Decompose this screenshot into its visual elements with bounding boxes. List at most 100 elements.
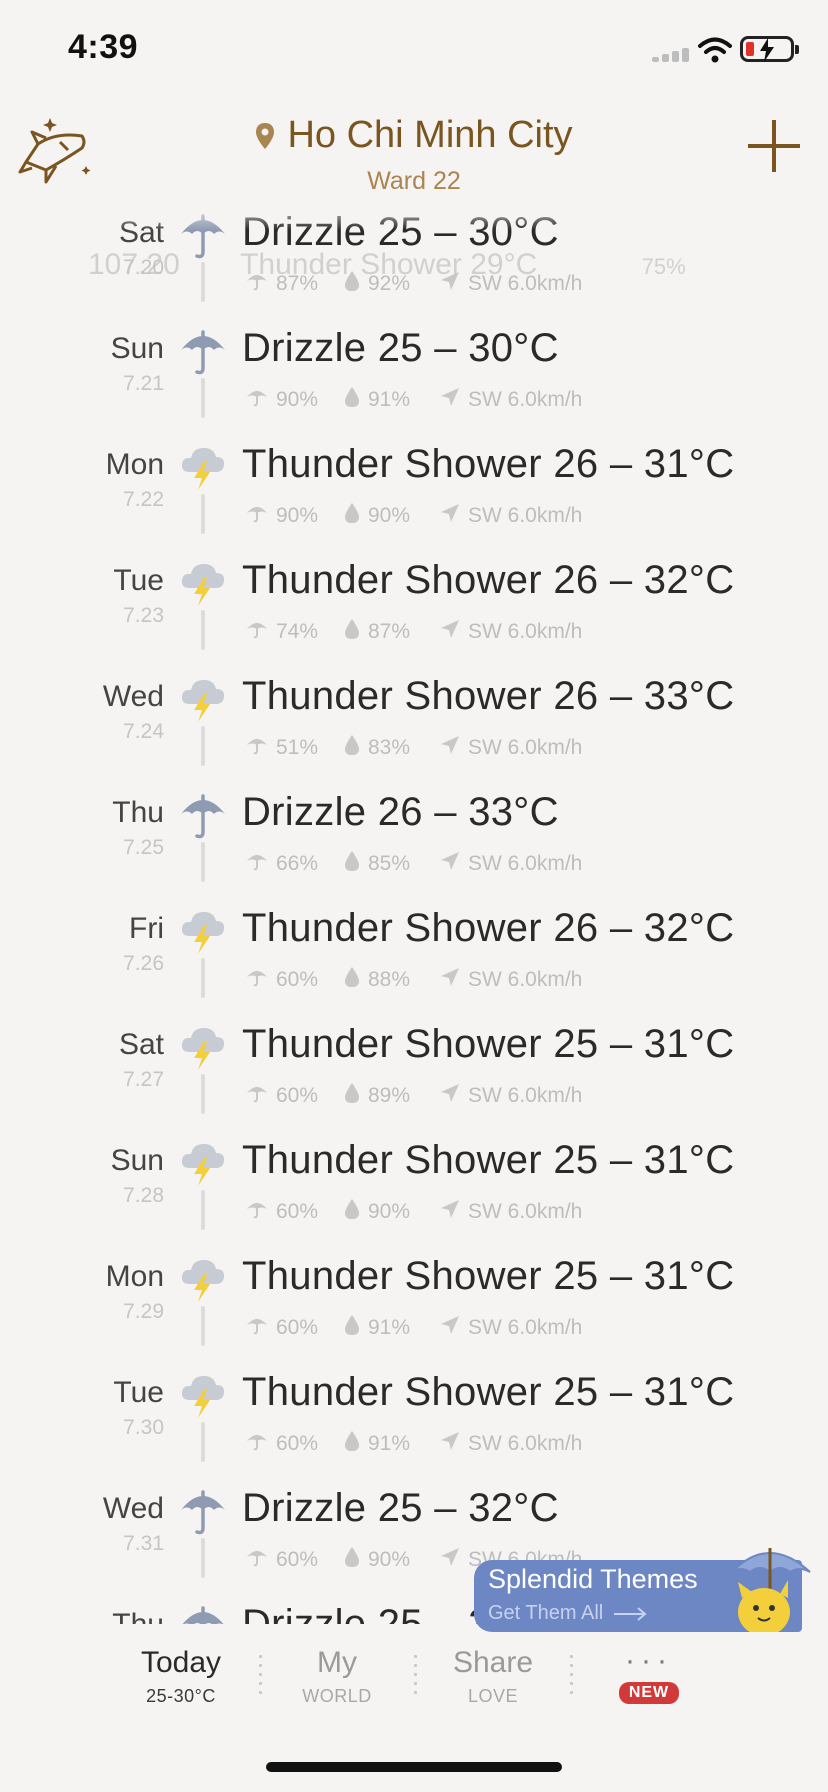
forecast-row[interactable]: Mon 7.29 Thunder Shower 25 – 31°C 60% 91% SW …: [0, 1254, 828, 1370]
wind-arrow-icon: [440, 1199, 460, 1225]
battery-icon: [740, 36, 799, 62]
day-summary: Thunder Shower 25 – 31°C: [242, 1022, 735, 1066]
rain-chance-icon: [246, 967, 268, 993]
humidity-drop-icon: [344, 1082, 360, 1110]
day-name: Thu: [112, 1608, 164, 1624]
umbrella-icon: [178, 1602, 228, 1624]
day-stats: 60% 91% SW 6.0km/h: [246, 1314, 582, 1342]
day-name: Wed: [102, 1492, 164, 1525]
day-summary: Thunder Shower 25 – 31°C: [242, 1370, 735, 1414]
wind-arrow-icon: [440, 503, 460, 529]
tab-my-label: My: [317, 1646, 357, 1679]
tab-share-label: Share: [452, 1646, 534, 1679]
rain-chance-icon: [246, 1431, 268, 1457]
day-stats: 60% 91% SW 6.0km/h: [246, 1430, 582, 1458]
wind-arrow-icon: [440, 1547, 460, 1573]
day-date: 7.22: [123, 488, 164, 511]
location-title[interactable]: Ho Chi Minh City Ward 22: [0, 114, 828, 196]
rain-chance: 60%: [276, 1200, 319, 1223]
rain-chance-icon: [246, 1199, 268, 1225]
weather-screen: 4:39 Ho Chi Minh City Ward 22 107.20 Thu…: [0, 0, 828, 1792]
day-name: Thu: [112, 796, 164, 829]
humidity: 83%: [368, 736, 411, 759]
timeline-line: [201, 494, 205, 534]
rain-chance: 90%: [276, 504, 319, 527]
more-dots-icon: ···: [625, 1644, 673, 1677]
forecast-row[interactable]: Tue 7.23 Thunder Shower 26 – 32°C 74% 87% SW …: [0, 558, 828, 674]
rain-chance: 60%: [276, 1432, 319, 1455]
list-fade: [0, 200, 828, 230]
umbrella-icon: [178, 790, 228, 840]
location-pin-icon: [256, 122, 275, 149]
timeline-line: [201, 1538, 205, 1578]
thunder-cloud-icon: [178, 558, 228, 608]
humidity-drop-icon: [344, 1314, 360, 1342]
rain-chance: 51%: [276, 736, 319, 759]
rain-chance: 60%: [276, 968, 319, 991]
day-date: 7.26: [123, 952, 164, 975]
timeline-line: [201, 378, 205, 418]
day-stats: 87% 92% SW 6.0km/h: [246, 270, 582, 298]
day-date: 7.25: [123, 836, 164, 859]
day-summary: Thunder Shower 25 – 31°C: [242, 1254, 735, 1298]
rain-chance-icon: [246, 387, 268, 413]
status-time: 4:39: [68, 28, 139, 66]
tab-share-sub: LOVE: [467, 1686, 519, 1706]
day-stats: 60% 89% SW 6.0km/h: [246, 1082, 582, 1110]
tab-my-world[interactable]: My WORLD: [262, 1646, 412, 1707]
forecast-row[interactable]: Thu 7.25 Drizzle 26 – 33°C 66% 85% SW 6.0km/h: [0, 790, 828, 906]
forecast-row[interactable]: Sun 7.21 Drizzle 25 – 30°C 90% 91% SW 6.0km/h: [0, 326, 828, 442]
day-summary: Thunder Shower 26 – 33°C: [242, 674, 735, 718]
forecast-row[interactable]: Mon 7.22 Thunder Shower 26 – 31°C 90% 90% SW …: [0, 442, 828, 558]
rain-chance: 90%: [276, 388, 319, 411]
add-location-button[interactable]: [744, 116, 804, 176]
tab-share-love[interactable]: Share LOVE: [418, 1646, 568, 1707]
timeline-line: [201, 1306, 205, 1346]
wind-arrow-icon: [440, 967, 460, 993]
humidity-drop-icon: [344, 270, 360, 298]
forecast-row[interactable]: Fri 7.26 Thunder Shower 26 – 32°C 60% 88% SW …: [0, 906, 828, 1022]
forecast-row[interactable]: Sat 7.27 Thunder Shower 25 – 31°C 60% 89% SW …: [0, 1022, 828, 1138]
wifi-icon: [698, 37, 732, 63]
day-name: Mon: [105, 448, 164, 481]
day-summary: Thunder Shower 26 – 32°C: [242, 558, 735, 602]
ward-name: Ward 22: [367, 167, 461, 195]
forecast-row[interactable]: Sun 7.28 Thunder Shower 25 – 31°C 60% 90% SW …: [0, 1138, 828, 1254]
day-stats: 60% 88% SW 6.0km/h: [246, 966, 582, 994]
wind-arrow-icon: [440, 851, 460, 877]
day-date: 7.28: [123, 1184, 164, 1207]
wind-arrow-icon: [440, 735, 460, 761]
humidity-drop-icon: [344, 966, 360, 994]
forecast-list[interactable]: 107.20 Thunder Shower 29°C 75% Sat 7.20 Dr…: [0, 200, 828, 1624]
thunder-cloud-icon: [178, 442, 228, 492]
wind: SW 6.0km/h: [468, 852, 583, 875]
header: Ho Chi Minh City Ward 22: [0, 100, 828, 200]
rain-chance: 60%: [276, 1084, 319, 1107]
umbrella-icon: [178, 326, 228, 376]
humidity: 92%: [368, 272, 411, 295]
day-summary: Thunder Shower 25 – 31°C: [242, 1138, 735, 1182]
humidity-drop-icon: [344, 1198, 360, 1226]
humidity-drop-icon: [344, 734, 360, 762]
home-indicator[interactable]: [266, 1762, 562, 1772]
thunder-cloud-icon: [178, 1022, 228, 1072]
forecast-row[interactable]: Wed 7.24 Thunder Shower 26 – 33°C 51% 83% SW …: [0, 674, 828, 790]
tab-more[interactable]: ··· NEW: [574, 1644, 724, 1704]
wind: SW 6.0km/h: [468, 272, 583, 295]
rain-chance: 87%: [276, 272, 319, 295]
tab-today[interactable]: Today 25-30°C: [106, 1646, 256, 1707]
day-stats: 66% 85% SW 6.0km/h: [246, 850, 582, 878]
new-badge: NEW: [618, 1682, 680, 1704]
forecast-row[interactable]: Tue 7.30 Thunder Shower 25 – 31°C 60% 91% SW …: [0, 1370, 828, 1486]
humidity: 90%: [368, 504, 411, 527]
humidity: 87%: [368, 620, 411, 643]
promo-title: Splendid Themes: [488, 1564, 698, 1594]
wind: SW 6.0km/h: [468, 620, 583, 643]
day-date: 7.24: [123, 720, 164, 743]
rain-chance: 74%: [276, 620, 319, 643]
thunder-cloud-icon: [178, 906, 228, 956]
timeline-line: [201, 1074, 205, 1114]
day-name: Tue: [113, 564, 164, 597]
rain-chance: 60%: [276, 1548, 319, 1571]
promo-subtitle-text: Get Them All: [488, 1602, 604, 1624]
